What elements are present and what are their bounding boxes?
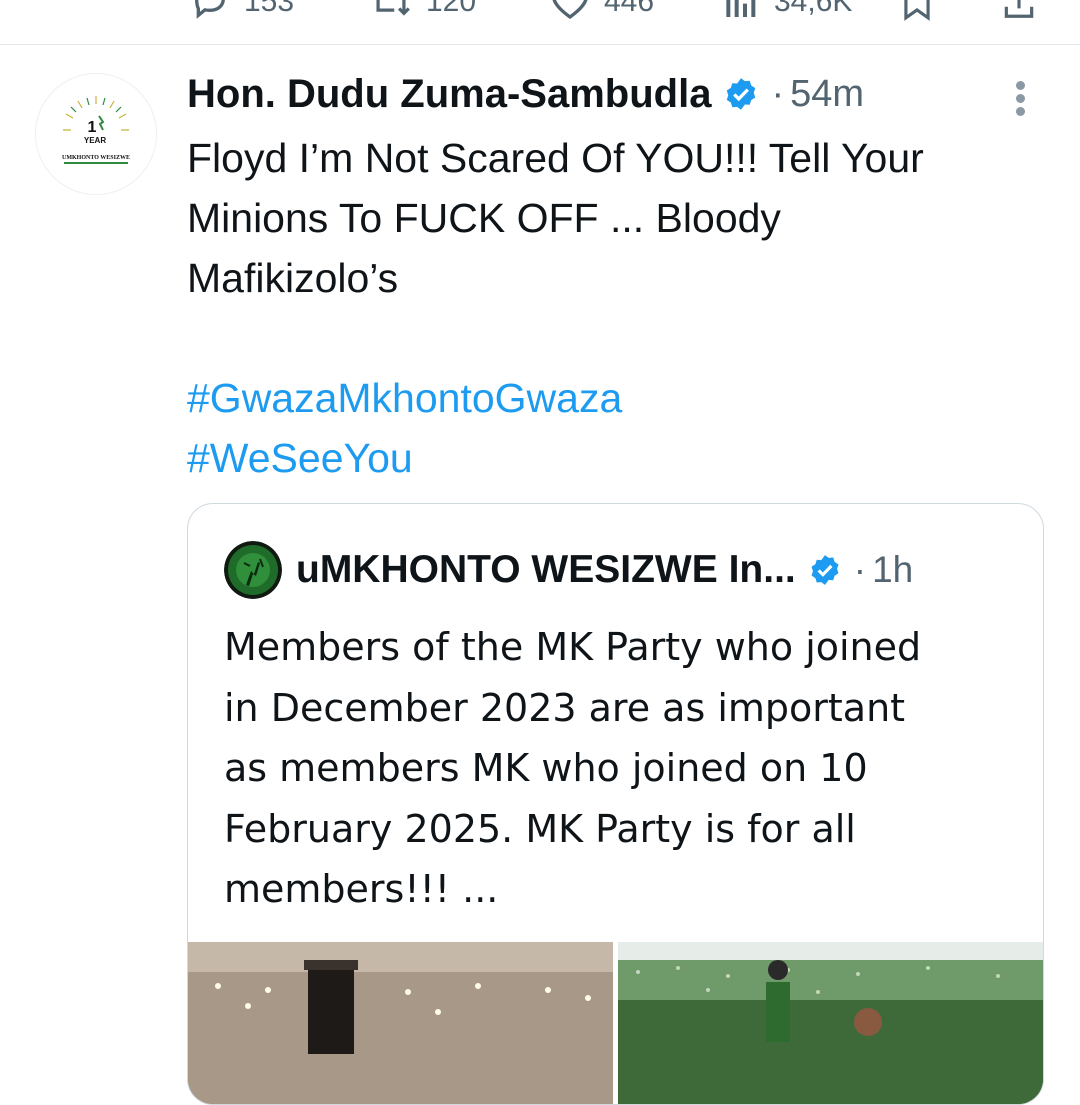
tweet-text-line: Floyd I’m Not Scared Of YOU!!! Tell Your <box>187 135 924 181</box>
bookmark-icon <box>904 0 930 21</box>
tweet-text-line: Mafikizolo’s <box>187 255 399 301</box>
quoted-timestamp: 1h <box>872 549 914 590</box>
views-icon <box>726 0 756 17</box>
tweet-text: Floyd I’m Not Scared Of YOU!!! Tell Your… <box>187 128 1047 308</box>
mk-emblem-icon <box>224 541 282 599</box>
retweet-count: 120 <box>426 0 477 18</box>
quoted-tweet-card[interactable]: uMKHONTO WESIZWE In... · 1h Members of t… <box>187 503 1044 1105</box>
tweet-action-bar: 153 120 446 34,6K <box>0 0 1080 45</box>
author-name[interactable]: Hon. Dudu Zuma-Sambudla <box>187 72 711 117</box>
retweet-button[interactable]: 120 <box>370 0 476 22</box>
hashtag-link[interactable]: #GwazaMkhontoGwaza <box>187 368 622 428</box>
share-icon <box>1004 0 1034 18</box>
quoted-text-line: in December 2023 are as important <box>224 685 906 730</box>
avatar-badge-number: 1 <box>88 119 97 136</box>
tweet-text-line: Minions To FUCK OFF ... Bloody <box>187 195 781 241</box>
quoted-text-line: as members MK who joined on 10 <box>224 746 868 790</box>
reply-count: 153 <box>244 0 295 18</box>
reply-icon <box>195 0 225 19</box>
reply-button[interactable]: 153 <box>190 0 294 22</box>
views-button[interactable]: 34,6K <box>720 0 852 22</box>
quoted-author-name: uMKHONTO WESIZWE In... <box>296 548 796 591</box>
stadium-crowd-image <box>618 942 1043 1104</box>
view-count: 34,6K <box>774 0 853 18</box>
like-button[interactable]: 446 <box>550 0 654 22</box>
quoted-tweet-header: uMKHONTO WESIZWE In... · 1h <box>224 540 913 600</box>
mk-party-logo-icon: 1 YEAR UMKHONTO WESIZWE <box>36 74 156 194</box>
verified-badge-icon <box>811 555 839 585</box>
quoted-text-line: Members of the MK Party who joined <box>224 625 922 669</box>
quoted-media-image-2[interactable] <box>618 942 1043 1104</box>
tweet-hashtags: #GwazaMkhontoGwaza #WeSeeYou <box>187 368 622 488</box>
quoted-media-image-1[interactable] <box>188 942 613 1104</box>
bookmark-button[interactable] <box>898 0 936 22</box>
retweet-icon <box>376 0 410 16</box>
verified-badge-icon <box>727 78 756 110</box>
quoted-text-line: members!!! ... <box>224 867 499 911</box>
author-avatar[interactable]: 1 YEAR UMKHONTO WESIZWE <box>36 74 156 194</box>
tweet-header: Hon. Dudu Zuma-Sambudla · 54m <box>187 66 864 122</box>
more-options-button[interactable] <box>1002 76 1038 120</box>
like-icon <box>552 0 588 20</box>
quoted-tweet-text: Members of the MK Party who joined in De… <box>224 617 1014 920</box>
quoted-text-line: February 2025. MK Party is for all <box>224 806 856 851</box>
hashtag-link[interactable]: #WeSeeYou <box>187 428 622 488</box>
share-button[interactable] <box>1000 0 1038 22</box>
tweet-timestamp[interactable]: 54m <box>790 73 864 116</box>
avatar-org-text: UMKHONTO WESIZWE <box>62 155 130 161</box>
quoted-separator: · <box>853 549 867 590</box>
tweet-separator: · <box>771 72 785 115</box>
avatar-badge-label: YEAR <box>84 136 106 145</box>
like-count: 446 <box>604 0 655 18</box>
hall-photo-image <box>188 942 613 1104</box>
quoted-author-avatar[interactable] <box>224 541 282 599</box>
